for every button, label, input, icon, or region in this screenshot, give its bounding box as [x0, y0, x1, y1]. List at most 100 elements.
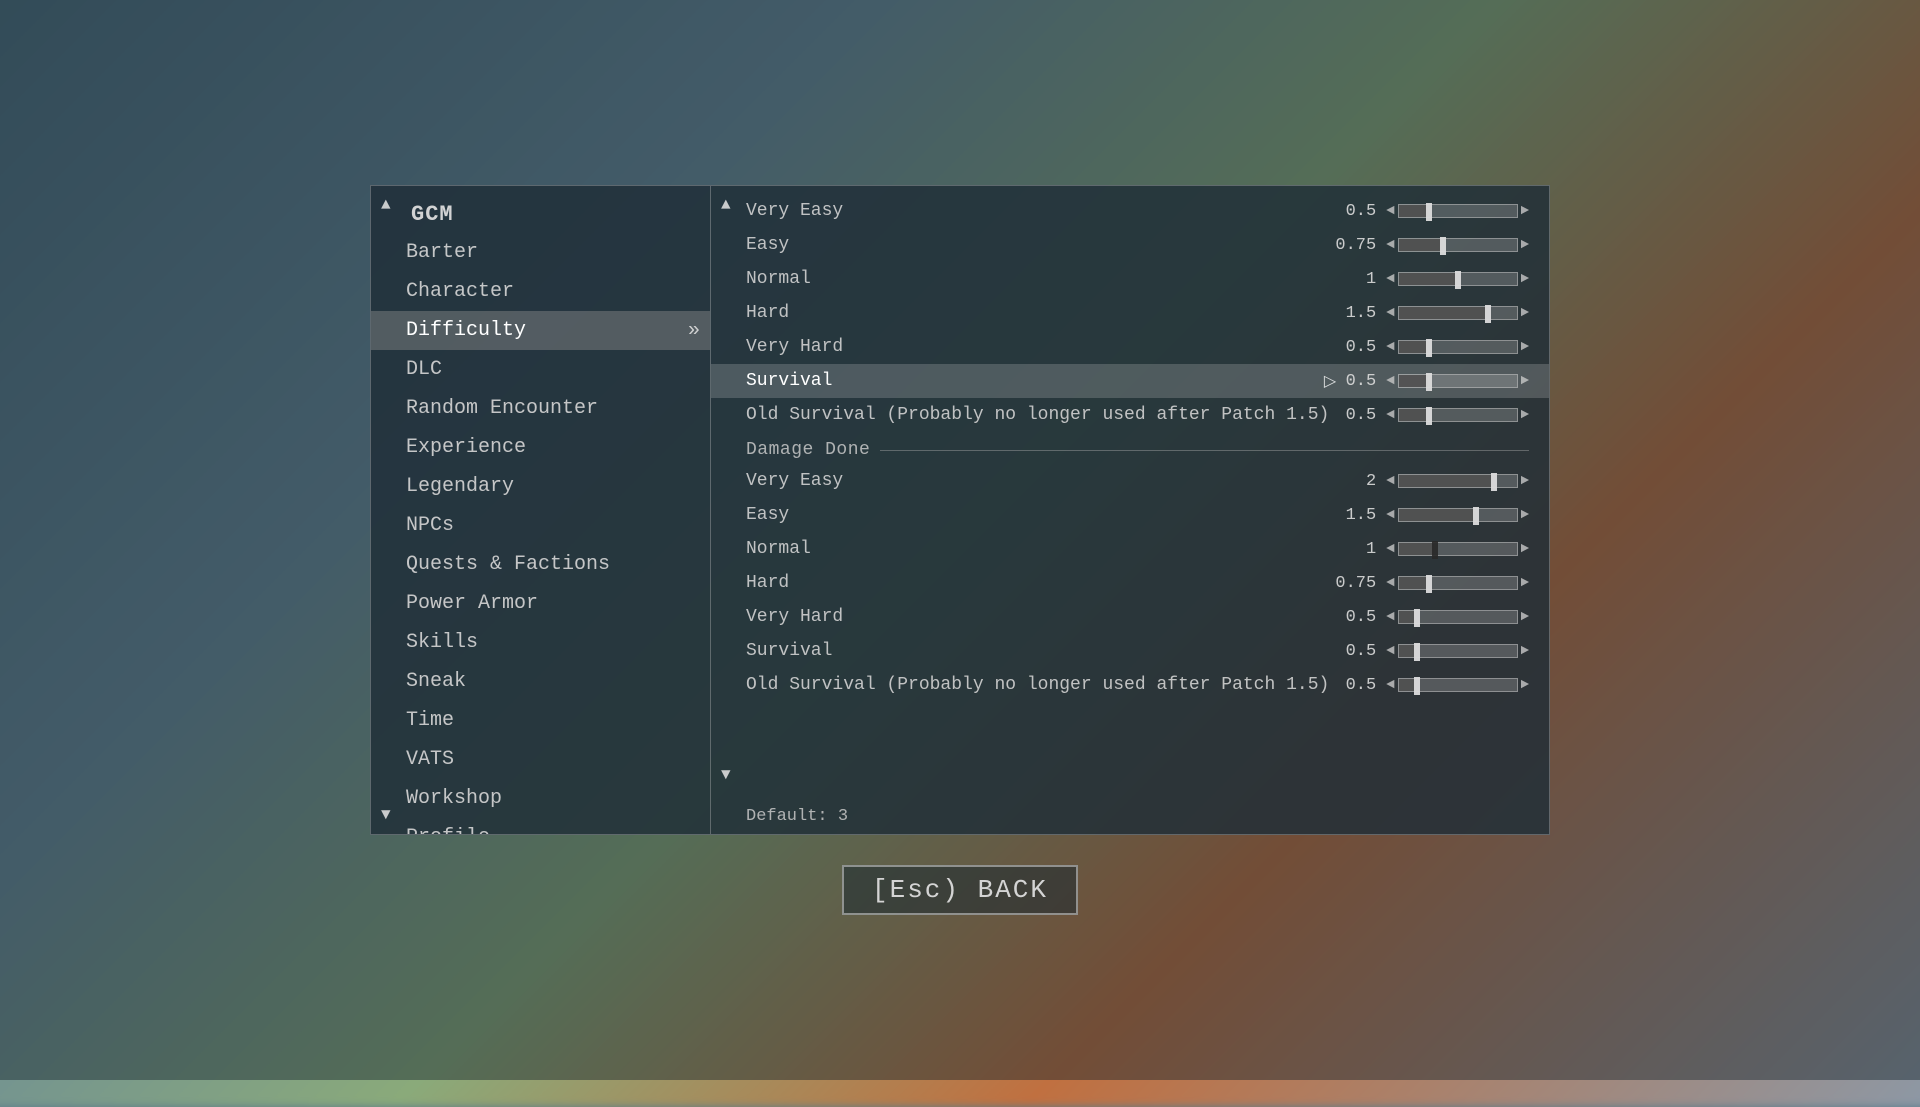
slider-dd-old-survival[interactable]: ◄► — [1386, 677, 1529, 693]
setting-row-dd-normal[interactable]: Normal1◄► — [711, 532, 1549, 566]
slider-right-arrow-icon[interactable]: ► — [1521, 407, 1529, 423]
slider-right-arrow-icon[interactable]: ► — [1521, 643, 1529, 659]
collapse-up-button[interactable]: ▲ — [381, 196, 391, 214]
slider-right-arrow-icon[interactable]: ► — [1521, 575, 1529, 591]
slider-right-arrow-icon[interactable]: ► — [1521, 373, 1529, 389]
setting-name-dd-very-easy: Very Easy — [746, 471, 1336, 491]
setting-row-dt-very-hard[interactable]: Very Hard0.5◄► — [711, 330, 1549, 364]
slider-track[interactable] — [1398, 474, 1518, 488]
slider-left-arrow-icon[interactable]: ◄ — [1386, 677, 1394, 693]
setting-row-dt-hard[interactable]: Hard1.5◄► — [711, 296, 1549, 330]
sidebar-item-skills[interactable]: Skills — [371, 623, 710, 662]
slider-track[interactable] — [1398, 272, 1518, 286]
slider-left-arrow-icon[interactable]: ◄ — [1386, 643, 1394, 659]
slider-right-arrow-icon[interactable]: ► — [1521, 473, 1529, 489]
slider-right-arrow-icon[interactable]: ► — [1521, 203, 1529, 219]
scroll-down-button[interactable]: ▼ — [721, 766, 731, 784]
esc-back-button[interactable]: [Esc) BACK — [842, 865, 1078, 915]
sidebar-item-power-armor[interactable]: Power Armor — [371, 584, 710, 623]
slider-left-arrow-icon[interactable]: ◄ — [1386, 507, 1394, 523]
slider-left-arrow-icon[interactable]: ◄ — [1386, 339, 1394, 355]
slider-track[interactable] — [1398, 306, 1518, 320]
slider-dt-very-hard[interactable]: ◄► — [1386, 339, 1529, 355]
setting-row-dd-very-hard[interactable]: Very Hard0.5◄► — [711, 600, 1549, 634]
slider-dt-easy[interactable]: ◄► — [1386, 237, 1529, 253]
sidebar-item-dlc[interactable]: DLC — [371, 350, 710, 389]
slider-right-arrow-icon[interactable]: ► — [1521, 677, 1529, 693]
setting-row-dd-old-survival[interactable]: Old Survival (Probably no longer used af… — [711, 668, 1549, 702]
slider-left-arrow-icon[interactable]: ◄ — [1386, 473, 1394, 489]
setting-value-dt-hard: 1.5 — [1336, 304, 1376, 323]
sidebar-item-npcs[interactable]: NPCs — [371, 506, 710, 545]
setting-row-dt-very-easy[interactable]: Very Easy0.5◄► — [711, 194, 1549, 228]
slider-right-arrow-icon[interactable]: ► — [1521, 609, 1529, 625]
slider-dt-normal[interactable]: ◄► — [1386, 271, 1529, 287]
slider-right-arrow-icon[interactable]: ► — [1521, 541, 1529, 557]
setting-row-dd-hard[interactable]: Hard0.75◄► — [711, 566, 1549, 600]
sidebar-item-random-encounter[interactable]: Random Encounter — [371, 389, 710, 428]
slider-left-arrow-icon[interactable]: ◄ — [1386, 609, 1394, 625]
setting-row-dd-easy[interactable]: Easy1.5◄► — [711, 498, 1549, 532]
slider-right-arrow-icon[interactable]: ► — [1521, 305, 1529, 321]
sidebar-item-legendary[interactable]: Legendary — [371, 467, 710, 506]
slider-fill — [1399, 543, 1434, 555]
slider-thumb — [1485, 305, 1491, 323]
slider-track[interactable] — [1398, 610, 1518, 624]
slider-track[interactable] — [1398, 542, 1518, 556]
setting-row-dt-old-survival[interactable]: Old Survival (Probably no longer used af… — [711, 398, 1549, 432]
sidebar-item-vats[interactable]: VATS — [371, 740, 710, 779]
slider-dd-very-hard[interactable]: ◄► — [1386, 609, 1529, 625]
setting-row-dd-survival[interactable]: Survival0.5◄► — [711, 634, 1549, 668]
slider-dd-normal[interactable]: ◄► — [1386, 541, 1529, 557]
setting-row-dt-normal[interactable]: Normal1◄► — [711, 262, 1549, 296]
sidebar-item-experience[interactable]: Experience — [371, 428, 710, 467]
slider-thumb — [1426, 203, 1432, 221]
setting-row-dt-survival[interactable]: Survival▷0.5◄► — [711, 364, 1549, 398]
slider-left-arrow-icon[interactable]: ◄ — [1386, 575, 1394, 591]
slider-track[interactable] — [1398, 340, 1518, 354]
slider-left-arrow-icon[interactable]: ◄ — [1386, 305, 1394, 321]
slider-track[interactable] — [1398, 204, 1518, 218]
sidebar-item-difficulty[interactable]: Difficulty — [371, 311, 710, 350]
slider-left-arrow-icon[interactable]: ◄ — [1386, 407, 1394, 423]
slider-left-arrow-icon[interactable]: ◄ — [1386, 541, 1394, 557]
sidebar-item-character[interactable]: Character — [371, 272, 710, 311]
slider-track[interactable] — [1398, 238, 1518, 252]
sidebar-item-barter[interactable]: Barter — [371, 233, 710, 272]
slider-track[interactable] — [1398, 678, 1518, 692]
slider-track[interactable] — [1398, 408, 1518, 422]
setting-row-dt-easy[interactable]: Easy0.75◄► — [711, 228, 1549, 262]
slider-left-arrow-icon[interactable]: ◄ — [1386, 237, 1394, 253]
slider-dd-very-easy[interactable]: ◄► — [1386, 473, 1529, 489]
slider-track[interactable] — [1398, 374, 1518, 388]
settings-list: Very Easy0.5◄►Easy0.75◄►Normal1◄►Hard1.5… — [711, 186, 1549, 793]
sidebar-item-workshop[interactable]: Workshop — [371, 779, 710, 818]
sidebar-item-profile[interactable]: Profile — [371, 818, 710, 834]
slider-dd-easy[interactable]: ◄► — [1386, 507, 1529, 523]
slider-right-arrow-icon[interactable]: ► — [1521, 339, 1529, 355]
slider-right-arrow-icon[interactable]: ► — [1521, 507, 1529, 523]
slider-track[interactable] — [1398, 508, 1518, 522]
slider-left-arrow-icon[interactable]: ◄ — [1386, 271, 1394, 287]
slider-right-arrow-icon[interactable]: ► — [1521, 271, 1529, 287]
slider-right-arrow-icon[interactable]: ► — [1521, 237, 1529, 253]
slider-dd-hard[interactable]: ◄► — [1386, 575, 1529, 591]
setting-name-dt-very-easy: Very Easy — [746, 201, 1336, 221]
sidebar-item-quests-factions[interactable]: Quests & Factions — [371, 545, 710, 584]
slider-dd-survival[interactable]: ◄► — [1386, 643, 1529, 659]
slider-dt-very-easy[interactable]: ◄► — [1386, 203, 1529, 219]
bottom-bar: [Esc) BACK — [0, 835, 1920, 915]
collapse-down-button[interactable]: ▼ — [381, 806, 391, 824]
slider-dt-survival[interactable]: ◄► — [1386, 373, 1529, 389]
sidebar-item-time[interactable]: Time — [371, 701, 710, 740]
slider-dt-hard[interactable]: ◄► — [1386, 305, 1529, 321]
slider-left-arrow-icon[interactable]: ◄ — [1386, 373, 1394, 389]
slider-dt-old-survival[interactable]: ◄► — [1386, 407, 1529, 423]
sidebar-item-sneak[interactable]: Sneak — [371, 662, 710, 701]
slider-thumb — [1426, 407, 1432, 425]
setting-row-dd-very-easy[interactable]: Very Easy2◄► — [711, 464, 1549, 498]
slider-track[interactable] — [1398, 644, 1518, 658]
setting-value-dt-normal: 1 — [1336, 270, 1376, 289]
slider-left-arrow-icon[interactable]: ◄ — [1386, 203, 1394, 219]
slider-track[interactable] — [1398, 576, 1518, 590]
